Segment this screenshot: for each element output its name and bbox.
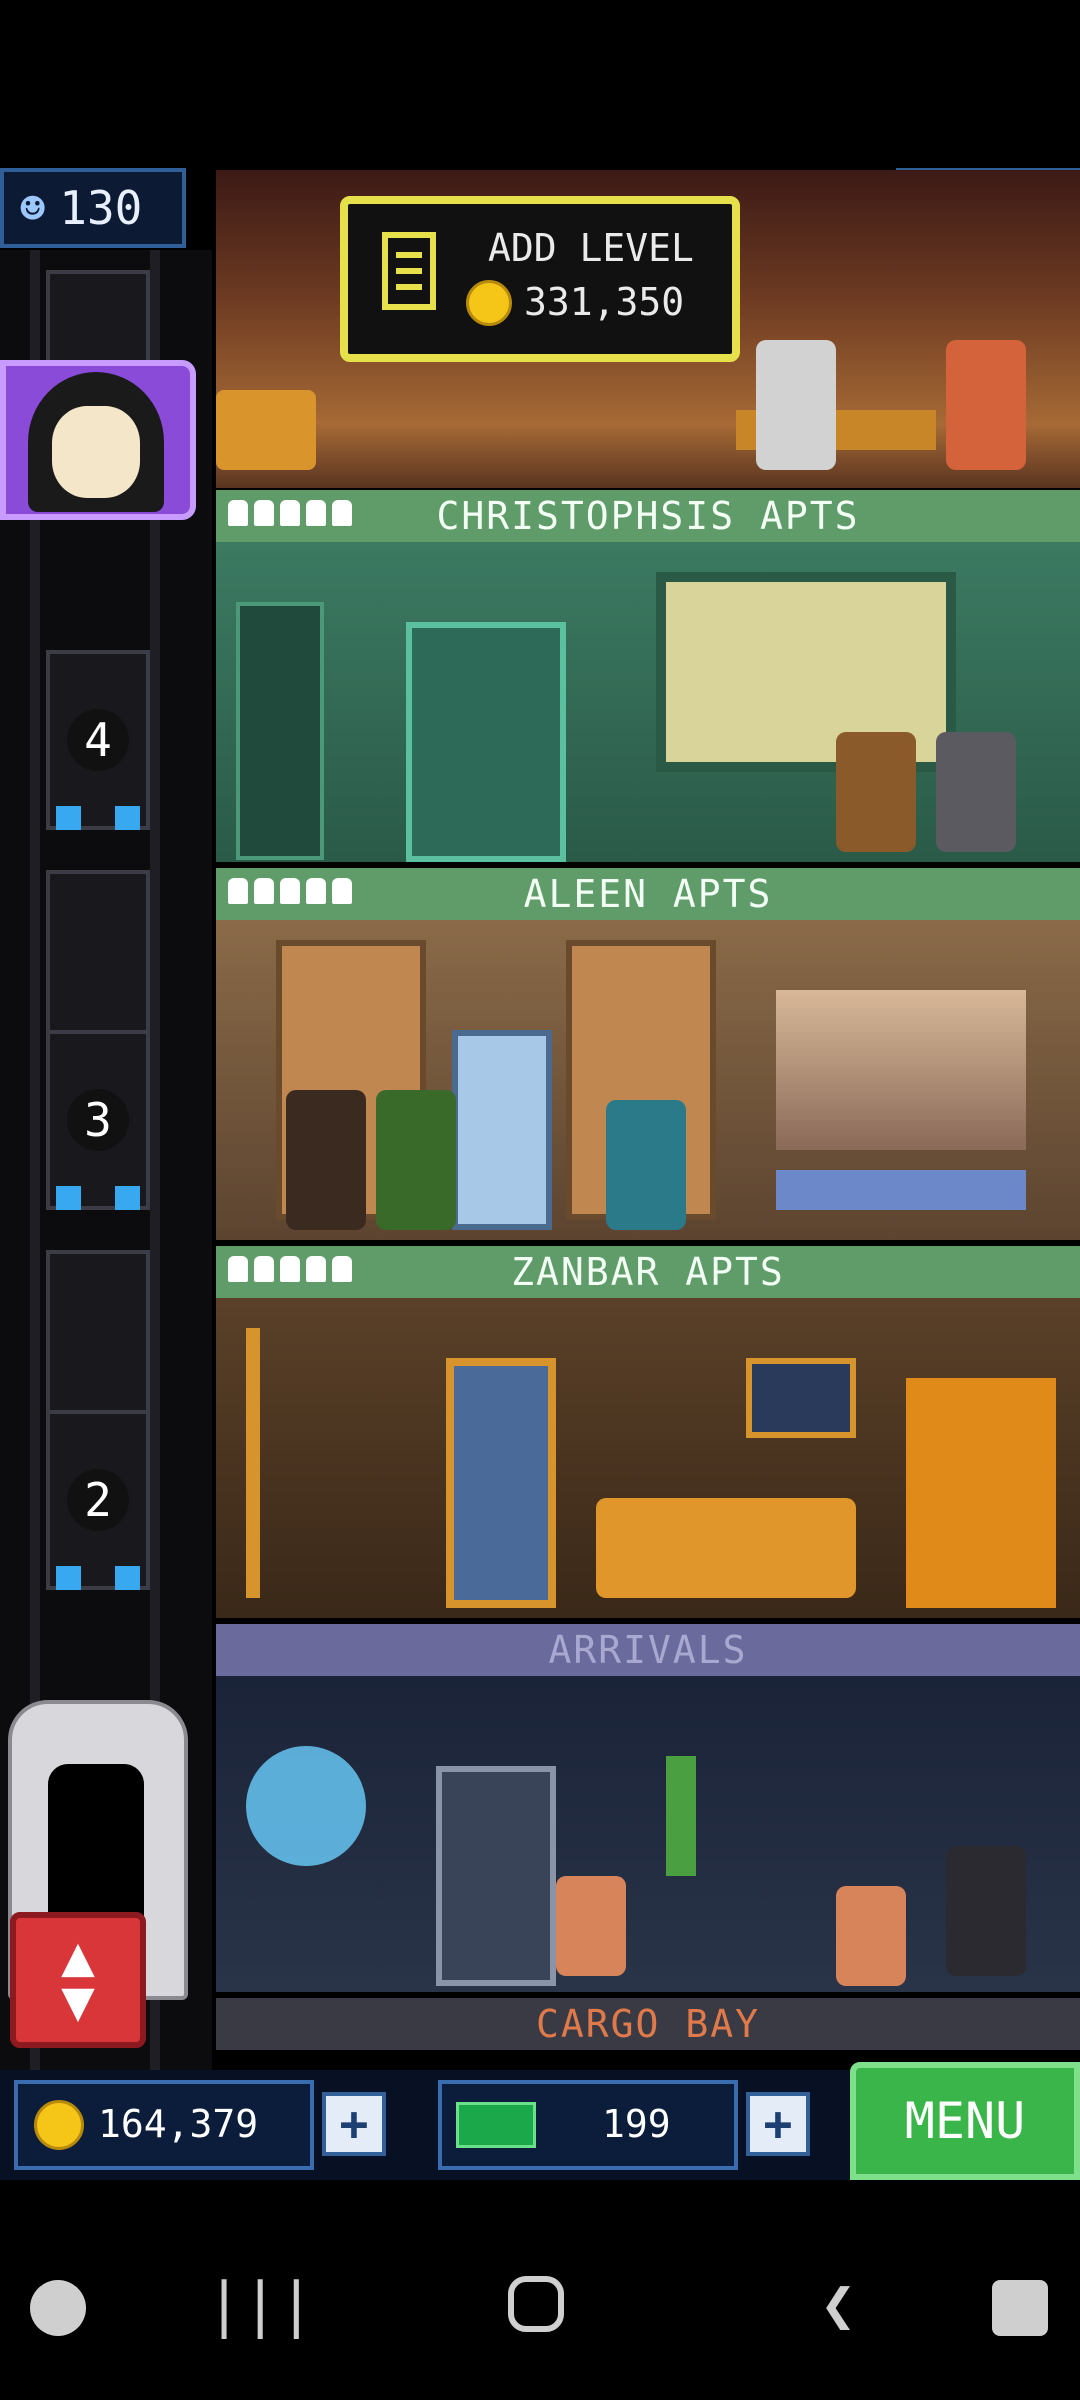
character[interactable] (946, 1846, 1026, 1976)
counter (776, 1170, 1026, 1210)
coin-icon (34, 2100, 84, 2150)
floor-number-4: 4 (67, 709, 129, 771)
person-icon: ☻ (20, 183, 46, 233)
elevator-lights (56, 1566, 140, 1590)
elevator-updown-button[interactable]: ▲ ▼ (10, 1912, 146, 2048)
vip-avatar-button[interactable] (0, 360, 196, 520)
keyboard-icon[interactable] (992, 2280, 1048, 2336)
back-icon[interactable]: ❮ (820, 2270, 856, 2340)
plant (666, 1756, 696, 1876)
bookshelf (236, 602, 324, 860)
sculpture (906, 1378, 1056, 1608)
coin-icon (466, 280, 512, 326)
character[interactable] (946, 340, 1026, 470)
floor-name: CARGO BAY (536, 2002, 760, 2046)
add-coins-button[interactable]: + (322, 2092, 386, 2156)
floor-number-2: 2 (67, 1469, 129, 1531)
bux-value: 199 (602, 2102, 671, 2146)
character[interactable] (836, 1886, 906, 1986)
elevator-shaft: 4 3 2 (0, 250, 212, 2080)
floor-label-arrivals[interactable]: ARRIVALS (216, 1624, 1080, 1676)
elevator-stop[interactable] (46, 1250, 150, 1430)
home-icon[interactable] (508, 2276, 564, 2332)
floor-christophsis[interactable] (216, 542, 1080, 862)
coins-panel: 164,379 (14, 2080, 314, 2170)
lamp (246, 1328, 260, 1598)
floor-zanbar[interactable] (216, 1298, 1080, 1618)
game-controller-icon[interactable] (30, 2280, 86, 2336)
elevator-lights (56, 806, 140, 830)
bux-icon (456, 2102, 536, 2148)
sofa (216, 390, 316, 470)
floor-label-aleen[interactable]: ALEEN APTS (216, 868, 1080, 920)
character[interactable] (756, 340, 836, 470)
door (446, 1358, 556, 1608)
floor-name: CHRISTOPHSIS APTS (436, 494, 860, 538)
add-level-cost: 331,350 (524, 280, 685, 324)
floor-aleen[interactable] (216, 920, 1080, 1240)
floor-label-cargo-bay[interactable]: CARGO BAY (216, 1998, 1080, 2050)
menu-label: MENU (904, 2092, 1026, 2150)
add-level-label: ADD LEVEL (488, 226, 694, 270)
bux-panel: 199 (438, 2080, 738, 2170)
floor-label-christophsis[interactable]: CHRISTOPHSIS APTS (216, 490, 1080, 542)
hologram (246, 1746, 366, 1866)
population-counter[interactable]: ☻ 130 (0, 168, 186, 248)
floor-name: ALEEN APTS (523, 872, 773, 916)
character[interactable] (606, 1100, 686, 1230)
character[interactable] (286, 1090, 366, 1230)
character[interactable] (376, 1090, 456, 1230)
elevator-stop-floor-4[interactable]: 4 (46, 650, 150, 830)
elevator-lights (56, 1186, 140, 1210)
sofa (596, 1498, 856, 1598)
floor-name: ZANBAR APTS (511, 1250, 785, 1294)
door (436, 1766, 556, 1986)
recent-apps-icon[interactable]: ||| (206, 2270, 314, 2340)
character[interactable] (556, 1876, 626, 1976)
add-bux-button[interactable]: + (746, 2092, 810, 2156)
door (406, 622, 566, 862)
updown-arrows-icon: ▲ ▼ (61, 1924, 95, 2034)
population-value: 130 (59, 181, 143, 235)
character[interactable] (836, 732, 916, 852)
lamp-area (776, 990, 1026, 1150)
door (452, 1030, 552, 1230)
add-level-icon (382, 232, 436, 310)
add-level-button[interactable]: ADD LEVEL 331,350 (340, 196, 740, 362)
avatar (28, 372, 164, 512)
floor-name: ARRIVALS (548, 1628, 748, 1672)
painting (746, 1358, 856, 1438)
elevator-stop[interactable] (46, 870, 150, 1050)
elevator-stop-floor-3[interactable]: 3 (46, 1030, 150, 1210)
coins-value: 164,379 (98, 2102, 259, 2146)
elevator-stop-floor-2[interactable]: 2 (46, 1410, 150, 1590)
floor-label-zanbar[interactable]: ZANBAR APTS (216, 1246, 1080, 1298)
menu-button[interactable]: MENU (850, 2062, 1080, 2180)
floor-arrivals[interactable] (216, 1676, 1080, 1992)
floor-number-3: 3 (67, 1089, 129, 1151)
system-nav-bar: ||| ❮ (0, 2220, 1080, 2400)
character[interactable] (936, 732, 1016, 852)
